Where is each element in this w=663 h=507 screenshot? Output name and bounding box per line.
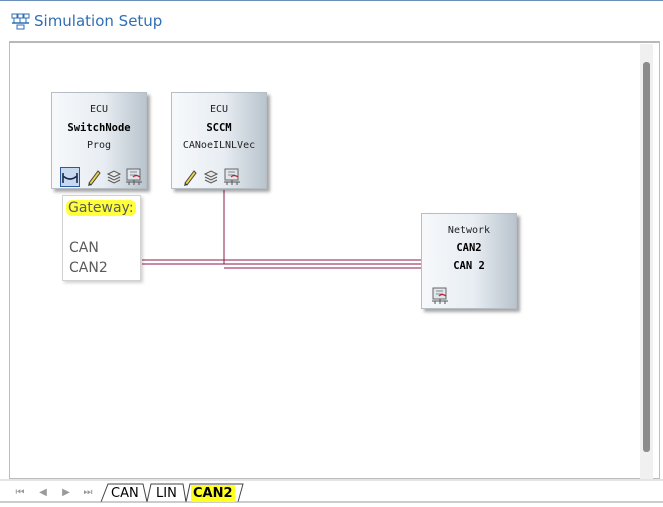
gateway-line-can: CAN <box>69 240 99 256</box>
pencil-icon[interactable] <box>85 168 103 186</box>
node-name: SwitchNode <box>67 122 131 134</box>
scrollbar-thumb[interactable] <box>643 62 650 452</box>
tab-can2[interactable]: CAN2 <box>191 485 235 502</box>
tab-can[interactable]: CAN <box>111 485 139 502</box>
network-node-icon[interactable] <box>223 168 241 186</box>
network-node-icon[interactable] <box>431 287 449 305</box>
window-title: Simulation Setup <box>34 12 163 30</box>
gateway-line-can2: CAN2 <box>69 260 108 276</box>
node-sub: Prog <box>86 140 112 151</box>
first-page-button[interactable]: ⏮ <box>12 485 28 501</box>
next-page-button[interactable]: ▶ <box>58 485 74 501</box>
node-sub: CAN 2 <box>453 260 485 272</box>
node-kind: ECU <box>89 104 109 115</box>
title-bar: Simulation Setup <box>0 0 663 40</box>
node-name: CAN2 <box>456 242 482 254</box>
prev-page-button[interactable]: ◀ <box>35 485 51 501</box>
simulation-setup-icon <box>11 13 30 30</box>
node-name: SCCM <box>206 122 232 134</box>
network-node-can2[interactable]: Network CAN2 CAN 2 <box>421 213 517 309</box>
gateway-tooltip: Gateway: CAN CAN2 <box>62 195 141 281</box>
gateway-icon[interactable] <box>60 167 80 187</box>
stack-icon[interactable] <box>105 168 123 186</box>
node-kind: Network <box>447 225 491 236</box>
last-page-button[interactable]: ⏭ <box>80 485 96 501</box>
node-kind: ECU <box>209 104 229 115</box>
ecu-node-switchnode[interactable]: ECU SwitchNode Prog <box>51 92 147 189</box>
tab-lin[interactable]: LIN <box>156 485 177 502</box>
pencil-icon[interactable] <box>181 168 199 186</box>
network-node-icon[interactable] <box>125 168 143 186</box>
tab-outline <box>0 479 663 503</box>
stack-icon[interactable] <box>202 168 220 186</box>
gateway-title: Gateway: <box>66 200 136 216</box>
ecu-node-sccm[interactable]: ECU SCCM CANoeILNLVec <box>171 92 267 189</box>
tab-bar: ⏮ ◀ ▶ ⏭ CAN LIN CAN2 <box>0 479 663 507</box>
node-sub: CANoeILNLVec <box>182 140 256 151</box>
